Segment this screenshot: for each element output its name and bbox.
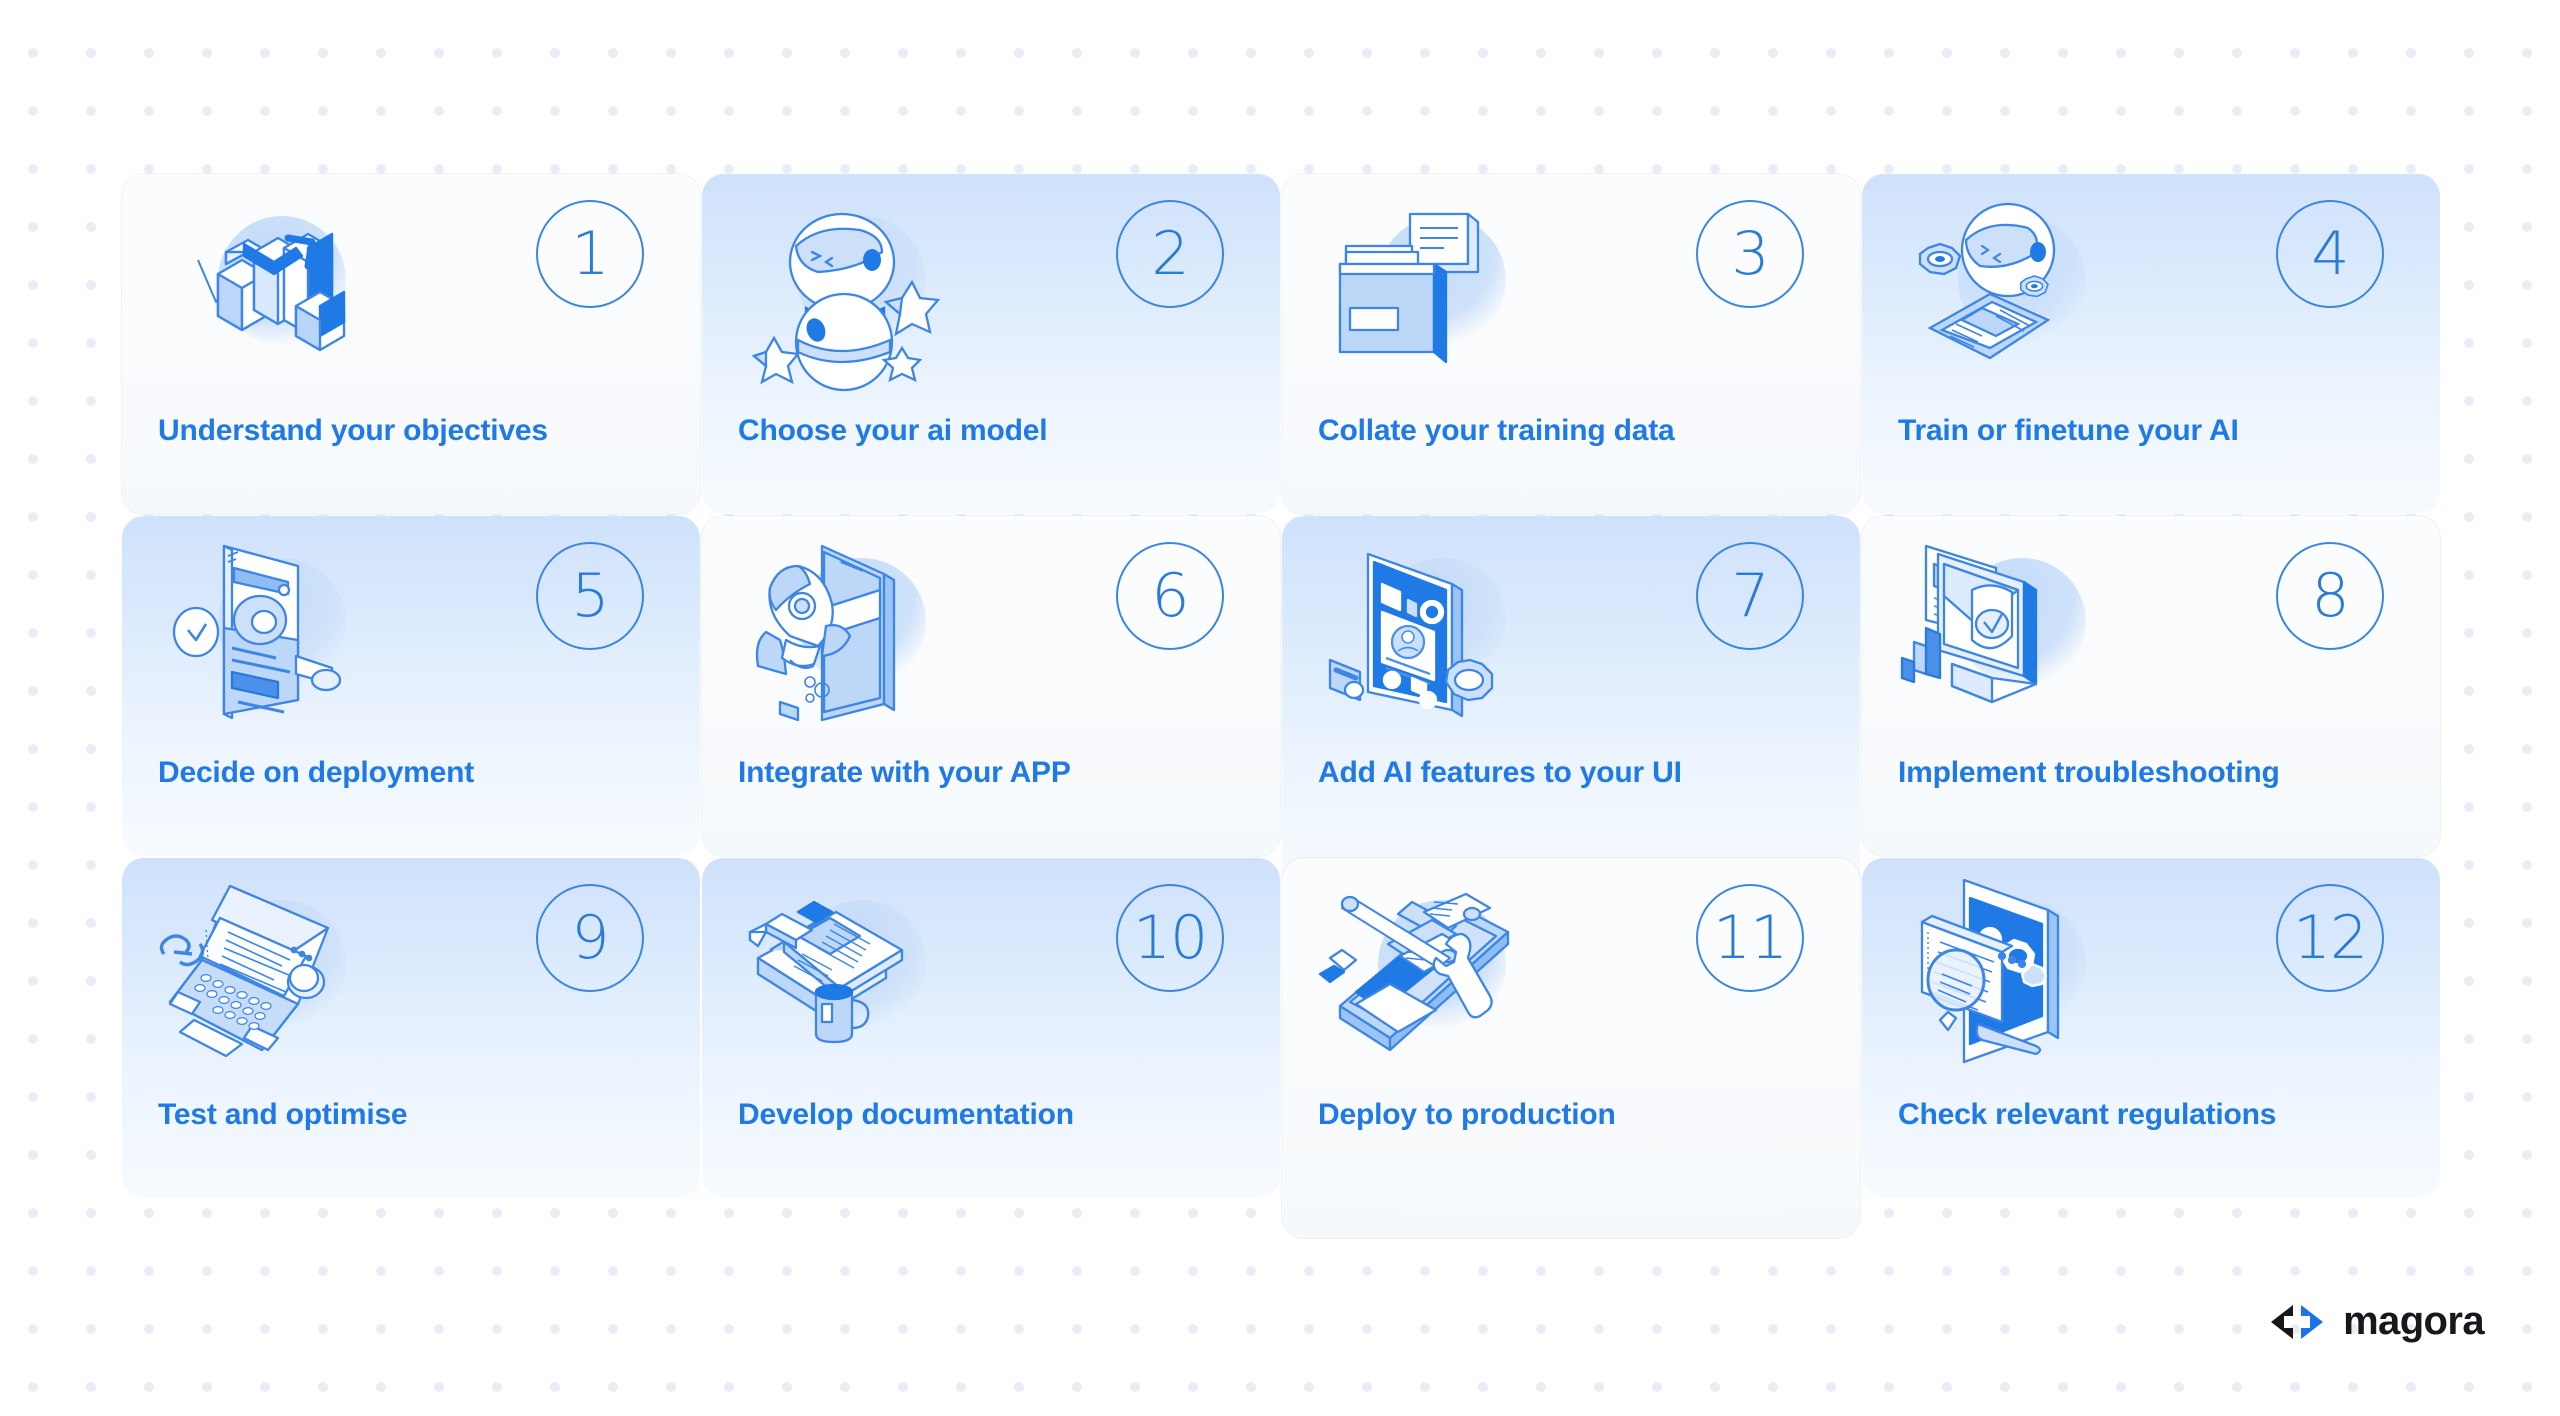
document-magnifier-icon-art [1920,878,2060,1064]
step-card-inner: 9 Test and optimise [122,858,700,1198]
step-card-5[interactable]: 5 Decide on deployment [122,516,700,856]
step-card-2[interactable]: 2 Choose your ai model [702,174,1280,514]
step-card-8[interactable]: 8 Implement troubleshooting [1862,516,2440,856]
step-number-badge: 8 [2276,542,2384,650]
step-card-title: Integrate with your APP [738,756,1071,789]
step-card-inner: 8 Implement troubleshooting [1862,516,2440,856]
book-pen-mug-icon-art [748,900,904,1044]
robot-icon [736,190,966,392]
step-card-12[interactable]: 12 Check relevant regulations [1862,858,2440,1198]
step-card-7[interactable]: 7 Add AI features to your UI [1282,516,1860,896]
step-number-badge: 12 [2276,884,2384,992]
step-card-title: Check relevant regulations [1898,1098,2277,1131]
step-card-title: Develop documentation [738,1098,1074,1131]
step-number-badge: 6 [1116,542,1224,650]
mobile-clock-icon [156,532,386,732]
step-card-inner: 10 Develop documentation [702,858,1280,1198]
step-card-1[interactable]: 1 Understand your objectives [122,174,700,514]
laptop-code-icon-art [159,884,330,1058]
laptop-code-icon [156,874,386,1074]
step-card-title: Understand your objectives [158,414,548,447]
step-card-title: Test and optimise [158,1098,408,1131]
rocket-phone-icon-art [755,544,896,722]
folder-chat-icon-art [1338,212,1480,364]
folder-chat-icon [1316,190,1546,390]
step-number-badge: 4 [2276,200,2384,308]
step-card-title: Implement troubleshooting [1898,756,2280,789]
step-number-badge: 5 [536,542,644,650]
step-card-9[interactable]: 9 Test and optimise [122,858,700,1198]
step-card-title: Decide on deployment [158,756,475,789]
phone-tools-icon-art [1318,892,1510,1052]
bar-chart-growth-icon-art [197,232,346,352]
monitor-shield-icon-art [1900,544,2038,704]
step-card-11[interactable]: 11 Deploy to production [1282,858,1860,1238]
step-card-inner: 5 Decide on deployment [122,516,700,856]
book-pen-mug-icon [736,874,966,1074]
step-card-inner: 4 Train or finetune your AI [1862,174,2440,514]
step-number-badge: 7 [1696,542,1804,650]
rocket-phone-icon [736,532,966,732]
monitor-shield-icon [1896,532,2126,732]
steps-grid: 1 Understand your objectives 2 Choose your… [122,174,2440,1238]
step-card-4[interactable]: 4 Train or finetune your AI [1862,174,2440,514]
step-card-title: Collate your training data [1318,414,1675,447]
document-magnifier-icon [1896,874,2126,1074]
step-card-3[interactable]: 3 Collate your training data [1282,174,1860,514]
phone-ui-gear-icon [1316,532,1546,732]
step-number-badge: 2 [1116,200,1224,308]
step-card-inner: 7 Add AI features to your UI [1282,516,1860,856]
step-card-6[interactable]: 6 Integrate with your APP [702,516,1280,856]
robot-icon-art [751,212,941,392]
code-arrows-logo-icon [2271,1304,2324,1339]
robot-head-gears-icon-art [1918,202,2056,360]
step-card-inner: 3 Collate your training data [1282,174,1860,514]
step-card-inner: 12 Check relevant regulations [1862,858,2440,1198]
step-card-title: Deploy to production [1318,1098,1616,1131]
step-card-inner: 11 Deploy to production [1282,858,1860,1198]
phone-ui-gear-icon-art [1328,552,1494,718]
step-card-10[interactable]: 10 Develop documentation [702,858,1280,1198]
phone-tools-icon [1316,874,1546,1074]
step-card-inner: 2 Choose your ai model [702,174,1280,514]
step-number-badge: 11 [1696,884,1804,992]
robot-head-gears-icon [1896,190,2126,390]
step-card-title: Train or finetune your AI [1898,414,2239,447]
step-card-inner: 1 Understand your objectives [122,174,700,514]
brand-name: magora [2343,1299,2485,1343]
step-number-badge: 9 [536,884,644,992]
bar-chart-growth-icon [156,190,386,390]
step-number-badge: 3 [1696,200,1804,308]
brand-logo: magora [2269,1299,2485,1344]
step-card-title: Add AI features to your UI [1318,756,1682,789]
step-card-title: Choose your ai model [738,414,1048,447]
step-number-badge: 10 [1116,884,1224,992]
mobile-clock-icon-art [172,544,342,720]
step-card-inner: 6 Integrate with your APP [702,516,1280,856]
step-number-badge: 1 [536,200,644,308]
